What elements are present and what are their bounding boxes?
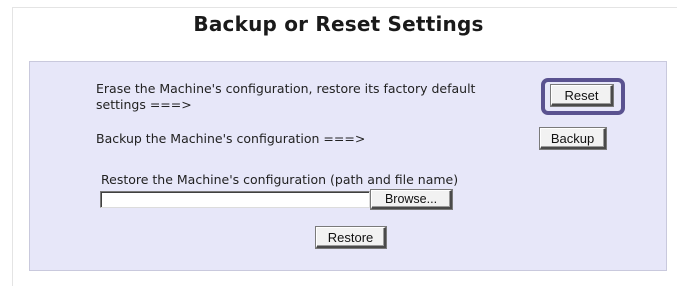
restore-button[interactable]: Restore [316, 227, 386, 248]
backup-description: Backup the Machine's configuration ===> [96, 131, 366, 146]
reset-button[interactable]: Reset [551, 85, 613, 106]
restore-description: Restore the Machine's configuration (pat… [101, 172, 459, 187]
backup-button[interactable]: Backup [540, 128, 606, 149]
page-title: Backup or Reset Settings [193, 12, 484, 36]
left-divider [12, 7, 13, 286]
backup-reset-page: Backup or Reset Settings Erase the Machi… [0, 0, 677, 286]
top-divider [12, 7, 677, 8]
reset-description-line1: Erase the Machine's configuration, resto… [96, 81, 476, 96]
reset-description-line2: settings ===> [96, 97, 192, 112]
browse-button[interactable]: Browse... [371, 190, 452, 209]
restore-file-path-input[interactable] [100, 191, 370, 208]
